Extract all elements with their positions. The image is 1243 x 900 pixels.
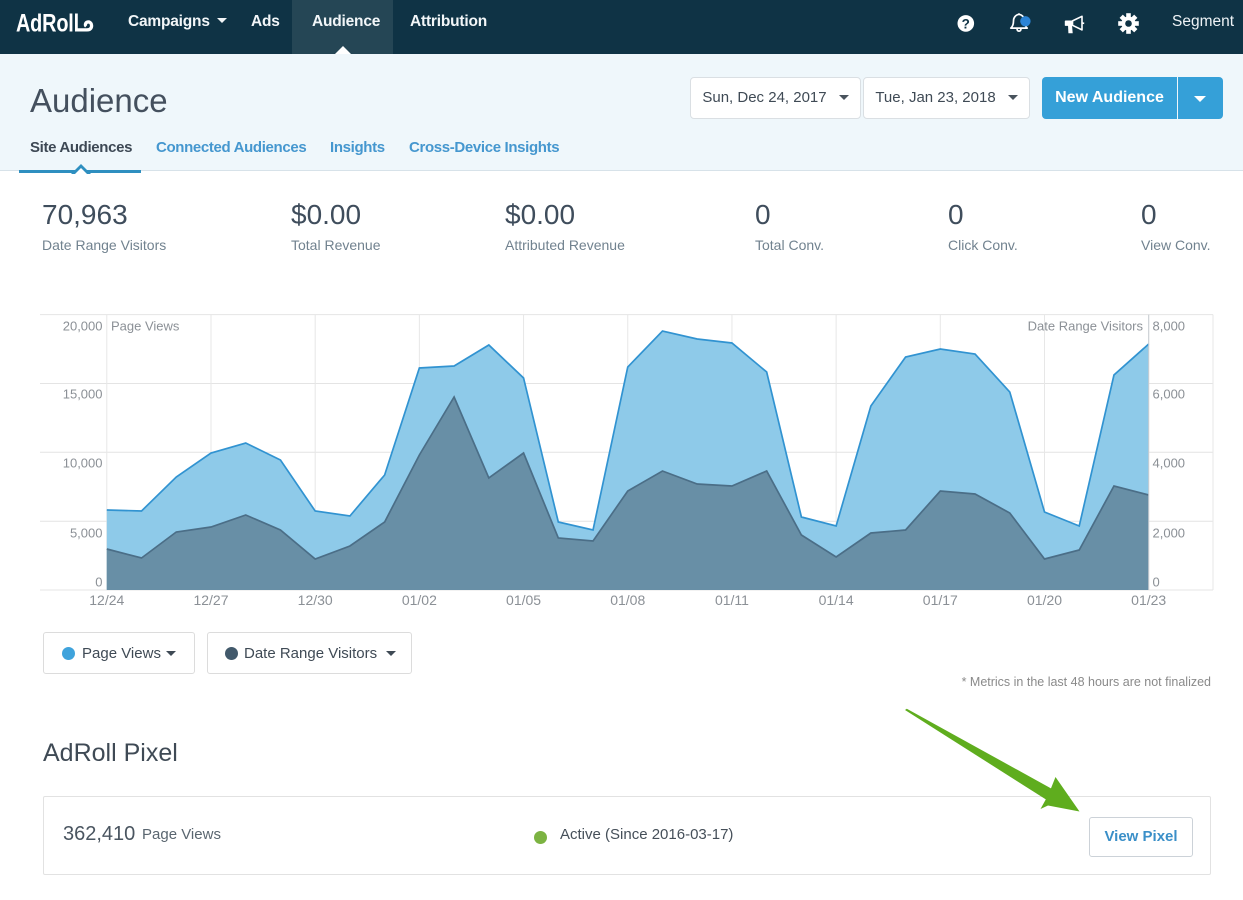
svg-text:01/17: 01/17 — [923, 592, 958, 608]
svg-text:10,000: 10,000 — [63, 456, 103, 471]
svg-text:20,000: 20,000 — [63, 319, 103, 334]
svg-text:8,000: 8,000 — [1153, 319, 1186, 334]
svg-text:12/30: 12/30 — [298, 592, 333, 608]
svg-text:01/11: 01/11 — [715, 592, 749, 608]
svg-text:01/08: 01/08 — [610, 592, 645, 608]
svg-text:0: 0 — [95, 575, 102, 590]
svg-text:5,000: 5,000 — [70, 526, 103, 541]
svg-text:Page Views: Page Views — [111, 319, 180, 334]
svg-text:12/24: 12/24 — [89, 592, 124, 608]
svg-text:01/05: 01/05 — [506, 592, 541, 608]
svg-text:15,000: 15,000 — [63, 387, 103, 402]
svg-text:01/14: 01/14 — [819, 592, 854, 608]
svg-text:2,000: 2,000 — [1153, 526, 1186, 541]
svg-text:4,000: 4,000 — [1153, 456, 1186, 471]
svg-text:01/02: 01/02 — [402, 592, 437, 608]
svg-text:0: 0 — [1153, 575, 1160, 590]
svg-text:12/27: 12/27 — [193, 592, 228, 608]
svg-text:Date Range Visitors: Date Range Visitors — [1028, 319, 1144, 334]
svg-text:6,000: 6,000 — [1153, 387, 1186, 402]
svg-text:01/20: 01/20 — [1027, 592, 1062, 608]
svg-text:01/23: 01/23 — [1131, 592, 1166, 608]
